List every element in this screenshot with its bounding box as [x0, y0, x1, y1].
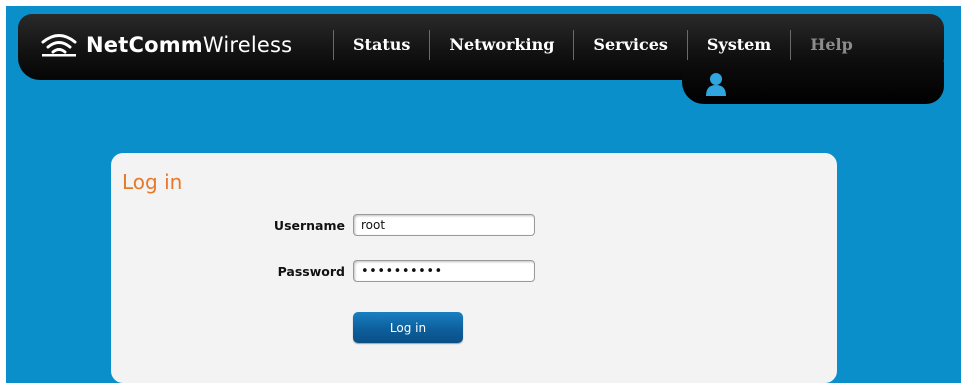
username-input[interactable] [353, 214, 535, 236]
main-nav: Status Networking Services System Help [333, 29, 872, 61]
nav-status[interactable]: Status [333, 30, 429, 60]
username-label: Username [273, 217, 345, 233]
brand-name: NetCommWireless [86, 33, 292, 57]
brand-name-bold: NetComm [86, 33, 203, 57]
user-icon[interactable] [705, 72, 727, 96]
wifi-signal-icon [41, 34, 77, 57]
brand-logo[interactable]: NetCommWireless [40, 28, 292, 62]
password-row: Password [111, 260, 535, 282]
nav-networking[interactable]: Networking [429, 30, 573, 60]
login-title: Log in [122, 170, 183, 194]
nav-help[interactable]: Help [790, 30, 872, 60]
username-row: Username [111, 214, 535, 236]
password-label: Password [277, 263, 345, 279]
password-input[interactable] [353, 260, 535, 282]
page-background: NetCommWireless Status Networking Servic… [6, 6, 961, 383]
brand-name-light: Wireless [202, 33, 293, 57]
nav-system[interactable]: System [686, 30, 790, 60]
login-panel: Log in Username Password Log in [111, 153, 837, 383]
nav-services[interactable]: Services [573, 30, 686, 60]
login-button[interactable]: Log in [353, 312, 463, 343]
